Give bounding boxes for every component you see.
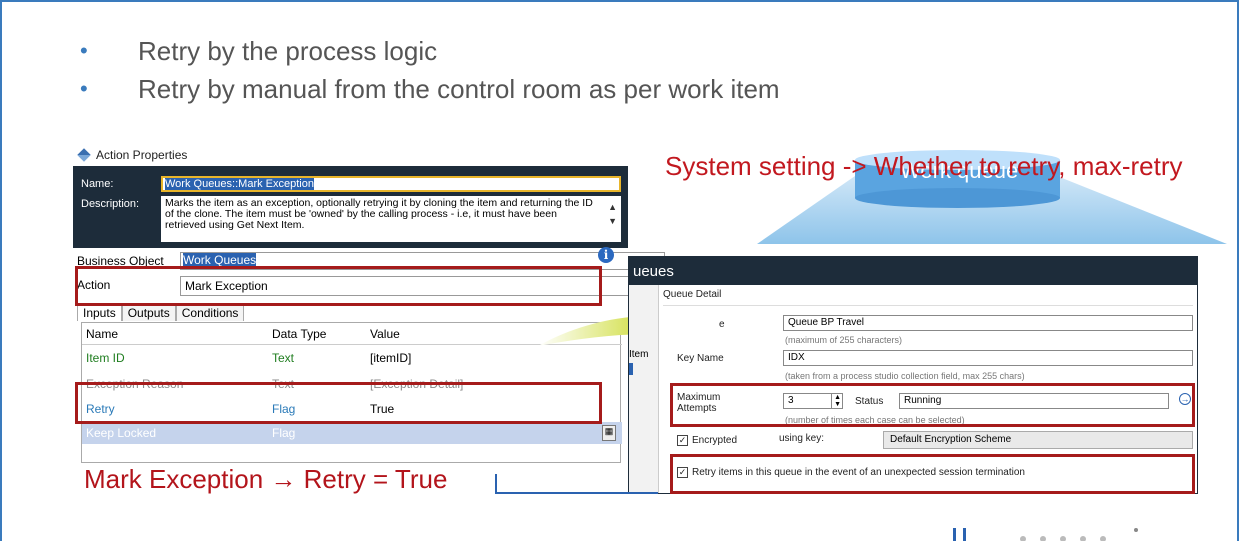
description-label: Description: xyxy=(81,198,140,210)
action-properties-panel: Name: Work Queues::Mark Exception Descri… xyxy=(73,166,628,248)
description-value: Marks the item as an exception, optional… xyxy=(165,197,593,231)
connector-line xyxy=(495,492,658,494)
selection-marker xyxy=(629,363,633,375)
column-header: Name xyxy=(86,326,119,341)
name-value: Work Queues::Mark Exception xyxy=(165,178,314,190)
highlight-box xyxy=(670,454,1195,494)
key-name-field[interactable]: IDX xyxy=(783,350,1193,366)
key-name-label: Key Name xyxy=(677,353,724,364)
queue-name-label: e xyxy=(719,319,725,330)
name-field[interactable]: Work Queues::Mark Exception xyxy=(161,176,621,192)
table-row[interactable]: Keep Locked Flag ▦ xyxy=(82,422,622,444)
row-value[interactable]: [itemID] xyxy=(370,351,411,365)
row-name: Item ID xyxy=(86,351,125,365)
highlight-box xyxy=(670,383,1195,427)
queue-name-field[interactable]: Queue BP Travel xyxy=(783,315,1193,331)
queue-detail-label: Queue Detail xyxy=(663,289,722,300)
key-name-hint: (taken from a process studio collection … xyxy=(785,371,1025,381)
scroll-arrows-icon[interactable]: ▲ ▼ xyxy=(608,200,617,228)
bullet-text: Retry by manual from the control room as… xyxy=(138,73,780,104)
queue-list-item[interactable]: Item xyxy=(629,349,648,360)
tab-inputs[interactable]: Inputs xyxy=(77,304,122,321)
divider xyxy=(663,305,1193,306)
connector-line xyxy=(495,474,497,494)
checkbox-checked-icon[interactable]: ✓ xyxy=(677,435,688,446)
caption: Mark Exception → Retry = True xyxy=(84,464,448,494)
expression-editor-icon[interactable]: ▦ xyxy=(602,425,616,441)
row-name: Keep Locked xyxy=(86,426,157,440)
system-setting-note: System setting -> Whether to retry, max-… xyxy=(665,151,1183,181)
highlight-box xyxy=(75,266,602,306)
column-header: Value xyxy=(370,326,400,341)
encrypted-label: Encrypted xyxy=(692,435,738,447)
business-object-value: Work Queues xyxy=(183,253,257,267)
bullet-text: Retry by the process logic xyxy=(138,35,438,66)
row-type: Text xyxy=(272,351,295,365)
bullet-item: • Retry by the process logic xyxy=(80,32,780,70)
encryption-scheme-select[interactable]: Default Encryption Scheme xyxy=(883,431,1193,449)
bullet-item: • Retry by manual from the control room … xyxy=(80,70,780,108)
highlight-box xyxy=(75,382,602,424)
tab-bar: Inputs Outputs Conditions xyxy=(77,304,245,321)
logo-icon xyxy=(953,528,1138,541)
action-properties-icon xyxy=(77,148,91,162)
tab-outputs[interactable]: Outputs xyxy=(121,304,176,321)
queue-name-hint: (maximum of 255 characters) xyxy=(785,335,903,345)
column-header: Data Type xyxy=(272,326,327,341)
queue-window-title: ueues xyxy=(629,257,1197,285)
queue-list-panel: Item xyxy=(629,285,659,493)
bullet-dot-icon: • xyxy=(80,76,88,101)
description-field[interactable]: Marks the item as an exception, optional… xyxy=(161,196,621,242)
bullet-list: • Retry by the process logic • Retry by … xyxy=(80,32,780,108)
bullet-dot-icon: • xyxy=(80,38,88,63)
action-properties-title: Action Properties xyxy=(96,148,188,162)
row-type: Flag xyxy=(272,426,296,440)
action-properties-header: Action Properties xyxy=(77,148,188,162)
tab-conditions[interactable]: Conditions xyxy=(175,304,245,321)
encrypted-checkbox[interactable]: ✓ Encrypted xyxy=(677,435,737,446)
name-label: Name: xyxy=(81,178,114,190)
info-icon[interactable]: i xyxy=(598,247,614,263)
using-key-label: using key: xyxy=(779,433,825,444)
